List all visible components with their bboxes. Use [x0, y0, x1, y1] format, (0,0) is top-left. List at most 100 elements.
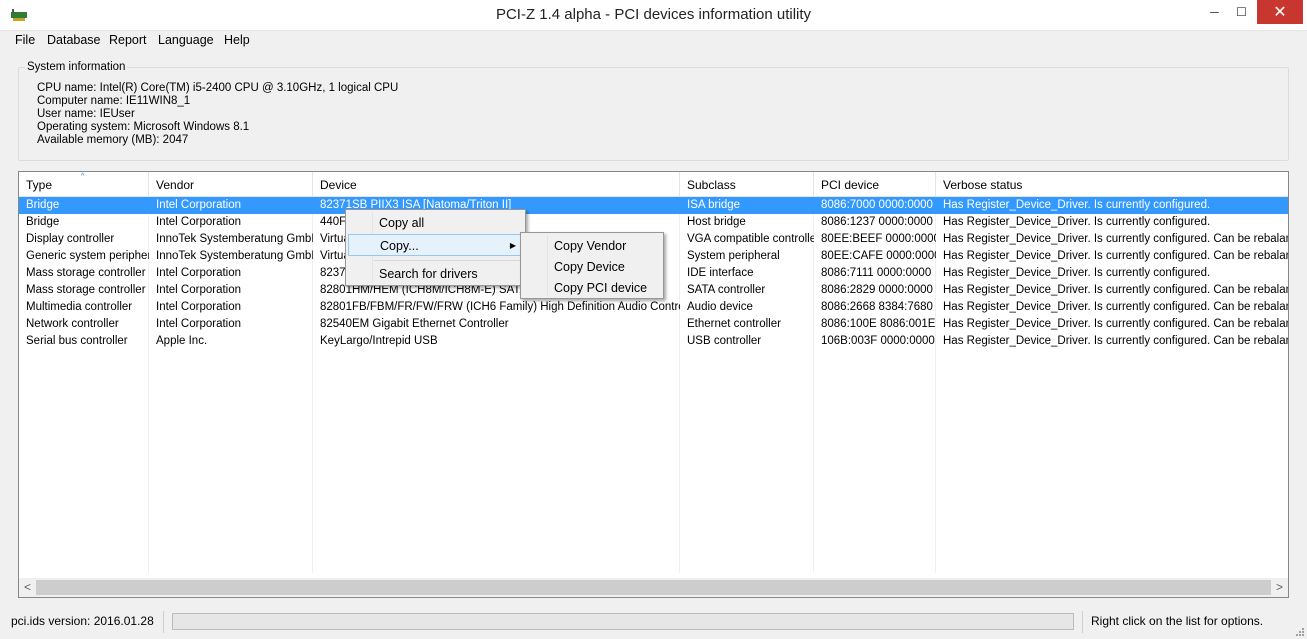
- cell-pci-device: 8086:1237 0000:0000: [821, 216, 933, 228]
- cell-vendor: Intel Corporation: [156, 199, 242, 211]
- cell-vendor: Apple Inc.: [156, 335, 208, 347]
- submenu-arrow-icon: ▶: [509, 241, 516, 250]
- window-title: PCI-Z 1.4 alpha - PCI devices informatio…: [495, 6, 812, 23]
- submenu-copy-vendor[interactable]: Copy Vendor: [523, 235, 661, 257]
- system-information-group: System information CPU name: Intel(R) Co…: [18, 61, 1289, 161]
- cell-subclass: VGA compatible controller: [687, 233, 814, 245]
- context-search-drivers[interactable]: Search for drivers: [348, 263, 523, 285]
- cell-pci-device: 8086:100E 8086:001E: [821, 318, 936, 330]
- list-header: Type ^ Vendor Device Subclass PCI device…: [19, 172, 1288, 197]
- table-row[interactable]: Multimedia controller Intel Corporation 82…: [19, 299, 1288, 316]
- cell-verbose-status: Has Register_Device_Driver. Is currently…: [943, 250, 1288, 262]
- cell-verbose-status: Has Register_Device_Driver. Is currently…: [943, 301, 1288, 313]
- context-menu: Copy all Copy... ▶ Search for drivers: [345, 209, 526, 286]
- progress-bar: [172, 613, 1074, 630]
- computer-name: Computer name: IE11WIN8_1: [37, 95, 191, 107]
- size-grip-icon[interactable]: [1295, 627, 1305, 637]
- scroll-left-arrow-icon[interactable]: <: [19, 578, 36, 597]
- table-row[interactable]: Network controller Intel Corporation 82540…: [19, 316, 1288, 333]
- cell-pci-device: 106B:003F 0000:0000: [821, 335, 935, 347]
- cell-subclass: Audio device: [687, 301, 753, 313]
- submenu-copy-pci-device[interactable]: Copy PCI device: [523, 277, 661, 299]
- copy-submenu: Copy Vendor Copy Device Copy PCI device: [520, 232, 664, 299]
- horizontal-scrollbar[interactable]: < >: [19, 578, 1288, 597]
- user-name: User name: IEUser: [37, 108, 135, 120]
- submenu-copy-device[interactable]: Copy Device: [523, 256, 661, 278]
- cell-vendor: Intel Corporation: [156, 284, 242, 296]
- cell-verbose-status: Has Register_Device_Driver. Is currently…: [943, 233, 1288, 245]
- cell-type: Serial bus controller: [26, 335, 128, 347]
- cell-subclass: IDE interface: [687, 267, 754, 279]
- status-bar: pci.ids version: 2016.01.28 Right click …: [0, 605, 1307, 639]
- column-header-subclass[interactable]: Subclass: [680, 172, 814, 197]
- scrollbar-thumb[interactable]: [36, 580, 1271, 595]
- column-header-pci-device[interactable]: PCI device: [814, 172, 936, 197]
- cell-vendor: Intel Corporation: [156, 318, 242, 330]
- operating-system: Operating system: Microsoft Windows 8.1: [37, 121, 250, 133]
- cell-subclass: System peripheral: [687, 250, 780, 262]
- cell-pci-device: 8086:7000 0000:0000: [821, 199, 933, 211]
- cell-subclass: ISA bridge: [687, 199, 741, 211]
- cell-type: Generic system peripheral: [26, 250, 149, 262]
- table-row[interactable]: Bridge Intel Corporation 82371SB PIIX3 ISA…: [19, 197, 1288, 214]
- cell-vendor: Intel Corporation: [156, 267, 242, 279]
- cell-subclass: Host bridge: [687, 216, 746, 228]
- cell-type: Mass storage controller: [26, 284, 146, 296]
- cell-verbose-status: Has Register_Device_Driver. Is currently…: [943, 267, 1211, 279]
- cell-verbose-status: Has Register_Device_Driver. Is currently…: [943, 216, 1211, 228]
- cell-device: 82540EM Gigabit Ethernet Controller: [320, 318, 509, 330]
- cell-verbose-status: Has Register_Device_Driver. Is currently…: [943, 199, 1211, 211]
- cell-type: Network controller: [26, 318, 119, 330]
- cpu-name: CPU name: Intel(R) Core(TM) i5-2400 CPU …: [37, 82, 399, 94]
- cell-verbose-status: Has Register_Device_Driver. Is currently…: [943, 284, 1288, 296]
- column-header-type[interactable]: Type ^: [19, 172, 149, 197]
- pci-ids-version: pci.ids version: 2016.01.28: [11, 614, 154, 628]
- cell-vendor: InnoTek Systemberatung GmbH: [156, 233, 313, 245]
- minimize-button[interactable]: ─: [1201, 0, 1228, 24]
- status-separator: [163, 611, 164, 633]
- menu-bar: File Database Report Language Help: [0, 31, 1307, 51]
- cell-type: Multimedia controller: [26, 301, 133, 313]
- cell-vendor: Intel Corporation: [156, 216, 242, 228]
- cell-type: Mass storage controller: [26, 267, 146, 279]
- cell-vendor: Intel Corporation: [156, 301, 242, 313]
- maximize-button[interactable]: ☐: [1228, 0, 1255, 24]
- menu-help[interactable]: Help: [224, 33, 250, 47]
- cell-type: Bridge: [26, 199, 60, 211]
- table-row[interactable]: Bridge Intel Corporation 440FX Host bridge 8…: [19, 214, 1288, 231]
- context-copy[interactable]: Copy... ▶: [348, 234, 523, 256]
- cell-pci-device: 80EE:CAFE 0000:0000: [821, 250, 936, 262]
- cell-subclass: SATA controller: [687, 284, 766, 296]
- cell-type: Display controller: [26, 233, 115, 245]
- scroll-right-arrow-icon[interactable]: >: [1271, 578, 1288, 597]
- cell-pci-device: 8086:2829 0000:0000: [821, 284, 933, 296]
- available-memory: Available memory (MB): 2047: [37, 134, 189, 146]
- menu-file[interactable]: File: [15, 33, 35, 47]
- column-header-device[interactable]: Device: [313, 172, 680, 197]
- system-information-legend: System information: [25, 61, 128, 73]
- status-hint: Right click on the list for options.: [1091, 614, 1264, 628]
- sort-ascending-icon: ^: [81, 173, 85, 180]
- menu-separator: [374, 260, 522, 261]
- menu-language[interactable]: Language: [158, 33, 214, 47]
- cell-pci-device: 8086:2668 8384:7680: [821, 301, 933, 313]
- column-header-vendor[interactable]: Vendor: [149, 172, 313, 197]
- close-button[interactable]: ✕: [1257, 0, 1303, 24]
- menu-report[interactable]: Report: [109, 33, 147, 47]
- cell-subclass: USB controller: [687, 335, 762, 347]
- cell-verbose-status: Has Register_Device_Driver. Is currently…: [943, 335, 1288, 347]
- cell-vendor: InnoTek Systemberatung GmbH: [156, 250, 313, 262]
- status-separator: [1082, 611, 1083, 633]
- cell-subclass: Ethernet controller: [687, 318, 781, 330]
- cell-device: 82801FB/FBM/FR/FW/FRW (ICH6 Family) High…: [320, 301, 680, 313]
- menu-database[interactable]: Database: [47, 33, 101, 47]
- cell-device: KeyLargo/Intrepid USB: [320, 335, 438, 347]
- cell-verbose-status: Has Register_Device_Driver. Is currently…: [943, 318, 1288, 330]
- column-header-verbose-status[interactable]: Verbose status: [936, 172, 1288, 197]
- cell-type: Bridge: [26, 216, 60, 228]
- table-row[interactable]: Serial bus controller Apple Inc. KeyLargo/…: [19, 333, 1288, 350]
- context-copy-all[interactable]: Copy all: [348, 212, 523, 234]
- cell-pci-device: 8086:7111 0000:0000: [821, 267, 932, 279]
- title-bar: PCI-Z 1.4 alpha - PCI devices informatio…: [0, 0, 1307, 31]
- cell-pci-device: 80EE:BEEF 0000:0000: [821, 233, 936, 245]
